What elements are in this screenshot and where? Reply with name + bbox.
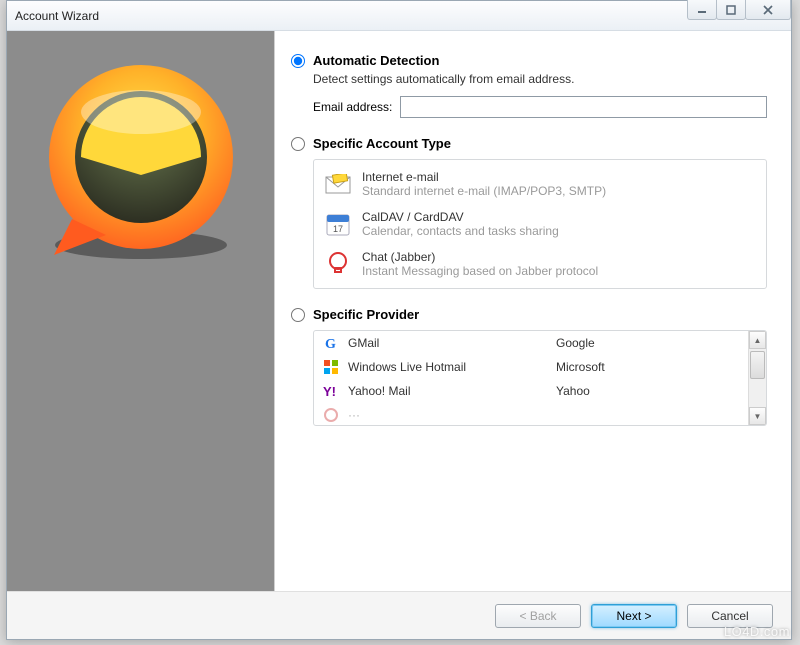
provider-company: Google	[556, 336, 595, 350]
specific-account-type-label: Specific Account Type	[313, 136, 451, 151]
account-type-title: Chat (Jabber)	[362, 250, 756, 264]
account-wizard-window: Account Wizard	[6, 0, 792, 640]
svg-text:Y!: Y!	[323, 384, 336, 399]
automatic-detection-group: Automatic Detection Detect settings auto…	[291, 53, 767, 118]
close-icon	[763, 5, 773, 15]
svg-text:G: G	[325, 337, 336, 351]
app-logo-icon	[36, 57, 246, 267]
watermark: LO4D.com	[724, 624, 790, 639]
account-type-desc: Calendar, contacts and tasks sharing	[362, 224, 756, 238]
gmail-icon: G	[322, 334, 340, 352]
provider-list[interactable]: G GMail Google Windows Live Hotmail Micr…	[314, 331, 748, 425]
account-type-internet-email[interactable]: Internet e-mail Standard internet e-mail…	[314, 164, 766, 204]
account-type-desc: Instant Messaging based on Jabber protoc…	[362, 264, 756, 278]
account-type-chat-jabber[interactable]: Chat (Jabber) Instant Messaging based on…	[314, 244, 766, 284]
provider-name: Yahoo! Mail	[348, 384, 548, 398]
specific-account-type-radio[interactable]	[291, 137, 305, 151]
account-type-desc: Standard internet e-mail (IMAP/POP3, SMT…	[362, 184, 756, 198]
account-type-title: Internet e-mail	[362, 170, 756, 184]
provider-more[interactable]: ···	[314, 403, 748, 425]
automatic-detection-desc: Detect settings automatically from email…	[313, 72, 767, 86]
provider-yahoo[interactable]: Y! Yahoo! Mail Yahoo	[314, 379, 748, 403]
provider-name: ···	[348, 408, 548, 422]
scroll-up-button[interactable]: ▲	[749, 331, 766, 349]
specific-account-type-group: Specific Account Type Internet e-mail St…	[291, 136, 767, 289]
wizard-sidebar	[7, 31, 275, 591]
account-type-list: Internet e-mail Standard internet e-mail…	[313, 159, 767, 289]
yahoo-icon: Y!	[322, 382, 340, 400]
provider-name: Windows Live Hotmail	[348, 360, 548, 374]
specific-provider-group: Specific Provider G GMail Google	[291, 307, 767, 426]
envelope-icon	[324, 170, 352, 198]
provider-company: Microsoft	[556, 360, 605, 374]
email-address-label: Email address:	[313, 100, 392, 114]
window-title: Account Wizard	[15, 9, 99, 23]
provider-icon	[322, 406, 340, 424]
maximize-icon	[726, 5, 736, 15]
windows-icon	[322, 358, 340, 376]
close-button[interactable]	[745, 0, 791, 20]
automatic-detection-label: Automatic Detection	[313, 53, 439, 68]
svg-text:17: 17	[333, 224, 343, 234]
specific-provider-label: Specific Provider	[313, 307, 419, 322]
minimize-button[interactable]	[687, 0, 717, 20]
provider-name: GMail	[348, 336, 548, 350]
account-type-title: CalDAV / CardDAV	[362, 210, 756, 224]
calendar-icon: 17	[324, 210, 352, 238]
maximize-button[interactable]	[716, 0, 746, 20]
provider-hotmail[interactable]: Windows Live Hotmail Microsoft	[314, 355, 748, 379]
titlebar[interactable]: Account Wizard	[7, 1, 791, 31]
content-area: Automatic Detection Detect settings auto…	[7, 31, 791, 591]
provider-gmail[interactable]: G GMail Google	[314, 331, 748, 355]
back-button[interactable]: < Back	[495, 604, 581, 628]
provider-scrollbar[interactable]: ▲ ▼	[748, 331, 766, 425]
next-button[interactable]: Next >	[591, 604, 677, 628]
minimize-icon	[697, 5, 707, 15]
scroll-thumb[interactable]	[750, 351, 765, 379]
provider-list-box: G GMail Google Windows Live Hotmail Micr…	[313, 330, 767, 426]
specific-provider-radio[interactable]	[291, 308, 305, 322]
wizard-main: Automatic Detection Detect settings auto…	[275, 31, 791, 591]
window-controls	[688, 0, 791, 20]
scroll-track[interactable]	[749, 349, 766, 407]
wizard-footer: < Back Next > Cancel	[7, 591, 791, 639]
lightbulb-icon	[324, 250, 352, 278]
automatic-detection-radio[interactable]	[291, 54, 305, 68]
provider-company: Yahoo	[556, 384, 590, 398]
account-type-caldav[interactable]: 17 CalDAV / CardDAV Calendar, contacts a…	[314, 204, 766, 244]
email-address-input[interactable]	[400, 96, 767, 118]
scroll-down-button[interactable]: ▼	[749, 407, 766, 425]
